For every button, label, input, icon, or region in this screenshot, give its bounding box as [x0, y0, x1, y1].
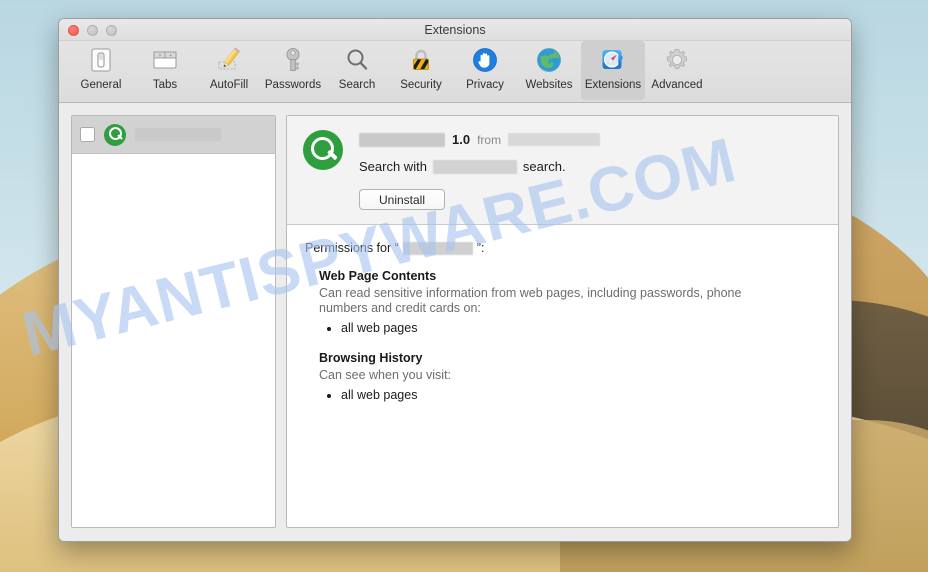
- svg-text:×: ×: [159, 53, 162, 59]
- extension-vendor-redacted: [508, 133, 600, 146]
- window-titlebar[interactable]: Extensions: [59, 19, 851, 41]
- list-item[interactable]: [72, 116, 275, 154]
- extension-description: Search with search.: [359, 159, 822, 174]
- toolbar-label-websites: Websites: [525, 79, 572, 91]
- permission-group-description: Can see when you visit:: [319, 368, 749, 383]
- general-icon: [85, 44, 117, 76]
- toolbar-label-autofill: AutoFill: [210, 79, 248, 91]
- extension-name-redacted: [135, 128, 221, 141]
- green-magnifier-icon: [303, 130, 343, 170]
- extension-header: 1.0 from Search with search. Uninstall: [287, 116, 838, 225]
- toolbar-label-passwords: Passwords: [265, 79, 321, 91]
- green-magnifier-icon: [104, 124, 126, 146]
- toolbar-label-tabs: Tabs: [153, 79, 177, 91]
- toolbar-label-security: Security: [400, 79, 442, 91]
- uninstall-button[interactable]: Uninstall: [359, 189, 445, 210]
- permissions-section: Permissions for “ ”: Web Page Contents C…: [287, 225, 838, 527]
- websites-globe-icon: [533, 44, 565, 76]
- desktop-background: MYANTISPYWARE.COM Extensions: [0, 0, 928, 572]
- permissions-heading-suffix: ”:: [477, 241, 485, 255]
- search-engine-redacted: [433, 160, 517, 174]
- permission-scope-list: all web pages: [341, 320, 820, 337]
- toolbar-item-passwords[interactable]: Passwords: [261, 41, 325, 100]
- toolbar-item-extensions[interactable]: Extensions: [581, 41, 645, 100]
- passwords-key-icon: [277, 44, 309, 76]
- from-label: from: [477, 133, 501, 147]
- search-magnifier-icon: [341, 44, 373, 76]
- description-prefix: Search with: [359, 159, 427, 174]
- advanced-gear-icon: [661, 44, 693, 76]
- svg-text:+: +: [169, 53, 172, 59]
- toolbar-item-tabs[interactable]: × + Tabs: [133, 41, 197, 100]
- extension-version: 1.0: [452, 132, 470, 147]
- permissions-name-redacted: [403, 242, 473, 255]
- toolbar-label-extensions: Extensions: [585, 79, 641, 91]
- safari-preferences-window: Extensions General: [58, 18, 852, 542]
- toolbar-item-security[interactable]: Security: [389, 41, 453, 100]
- permission-scope-item: all web pages: [341, 387, 820, 404]
- toolbar-item-privacy[interactable]: Privacy: [453, 41, 517, 100]
- toolbar-label-general: General: [81, 79, 122, 91]
- permission-group: Browsing History Can see when you visit:…: [319, 351, 820, 404]
- window-title: Extensions: [59, 19, 851, 41]
- extension-title-row: 1.0 from: [359, 131, 822, 148]
- permission-scope-item: all web pages: [341, 320, 820, 337]
- traffic-light-group: [68, 25, 117, 36]
- extension-enable-checkbox[interactable]: [80, 127, 95, 142]
- permission-group-description: Can read sensitive information from web …: [319, 286, 749, 316]
- toolbar-item-websites[interactable]: Websites: [517, 41, 581, 100]
- extension-detail-pane: 1.0 from Search with search. Uninstall: [286, 115, 839, 528]
- permission-scope-list: all web pages: [341, 387, 820, 404]
- preferences-toolbar: General × + Tabs: [59, 41, 851, 103]
- permission-group-title: Browsing History: [319, 351, 820, 365]
- extensions-list[interactable]: [71, 115, 276, 528]
- toolbar-item-autofill[interactable]: AutoFill: [197, 41, 261, 100]
- extension-name-redacted: [359, 133, 445, 147]
- minimize-button[interactable]: [87, 25, 98, 36]
- toolbar-label-advanced: Advanced: [651, 79, 702, 91]
- permission-group: Web Page Contents Can read sensitive inf…: [319, 269, 820, 337]
- toolbar-item-advanced[interactable]: Advanced: [645, 41, 709, 100]
- autofill-icon: [213, 44, 245, 76]
- description-suffix: search.: [523, 159, 566, 174]
- extension-header-text: 1.0 from Search with search. Uninstall: [359, 130, 822, 210]
- permissions-heading-prefix: Permissions for “: [305, 241, 399, 255]
- toolbar-item-general[interactable]: General: [69, 41, 133, 100]
- permission-group-title: Web Page Contents: [319, 269, 820, 283]
- maximize-button[interactable]: [106, 25, 117, 36]
- permissions-heading: Permissions for “ ”:: [305, 241, 820, 255]
- close-button[interactable]: [68, 25, 79, 36]
- preferences-content: 1.0 from Search with search. Uninstall: [59, 103, 851, 542]
- toolbar-item-search[interactable]: Search: [325, 41, 389, 100]
- extensions-puzzle-compass-icon: [597, 44, 629, 76]
- security-padlock-icon: [405, 44, 437, 76]
- toolbar-label-privacy: Privacy: [466, 79, 504, 91]
- toolbar-label-search: Search: [339, 79, 375, 91]
- privacy-hand-icon: [469, 44, 501, 76]
- tabs-icon: × +: [149, 44, 181, 76]
